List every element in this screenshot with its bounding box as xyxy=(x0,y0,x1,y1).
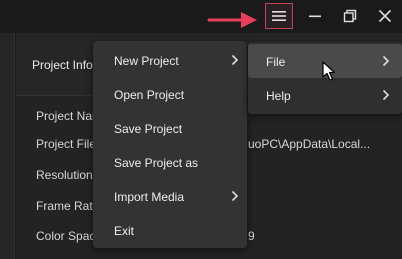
chevron-right-icon xyxy=(231,54,239,66)
chevron-right-icon xyxy=(382,55,390,67)
menu-item-label: New Project xyxy=(114,54,179,68)
minimize-icon xyxy=(309,15,321,18)
maximize-icon xyxy=(343,9,357,23)
menu-item-label: Import Media xyxy=(114,190,185,204)
minimize-button[interactable] xyxy=(302,4,328,28)
left-side-panel xyxy=(0,33,15,259)
app-window: Project Info Project Name Project File u… xyxy=(0,0,402,259)
mouse-cursor-icon xyxy=(322,61,336,81)
menu-item-open-project[interactable]: Open Project xyxy=(93,80,247,110)
panel-title: Project Info xyxy=(32,58,93,72)
maximize-button[interactable] xyxy=(337,4,363,28)
frame-rate-label: Frame Rate xyxy=(36,199,100,213)
project-file-label: Project File xyxy=(36,137,97,151)
menu-item-label: Save Project as xyxy=(114,156,199,170)
close-icon xyxy=(378,9,392,23)
main-dropdown-menu: New Project Open Project Save Project Sa… xyxy=(93,41,247,248)
menu-item-label: Open Project xyxy=(114,88,185,102)
annotation-arrow-icon xyxy=(207,12,257,28)
submenu-item-help[interactable]: Help xyxy=(248,78,402,112)
hamburger-menu-icon xyxy=(272,11,286,21)
hamburger-menu-button[interactable] xyxy=(265,3,293,29)
title-bar xyxy=(0,0,402,33)
submenu-item-label: File xyxy=(266,55,286,69)
project-file-value: uoPC\AppData\Local... xyxy=(248,137,371,151)
color-space-value: 9 xyxy=(248,229,255,243)
menu-item-save-project-as[interactable]: Save Project as xyxy=(93,148,247,178)
menu-item-import-media[interactable]: Import Media xyxy=(93,182,247,212)
close-button[interactable] xyxy=(372,4,398,28)
menu-item-save-project[interactable]: Save Project xyxy=(93,114,247,144)
submenu-item-label: Help xyxy=(266,89,291,103)
chevron-right-icon xyxy=(231,190,239,202)
chevron-right-icon xyxy=(382,89,390,101)
menu-item-label: Exit xyxy=(114,224,135,238)
resolution-label: Resolution xyxy=(36,168,93,182)
menu-item-exit[interactable]: Exit xyxy=(93,216,247,246)
menu-item-new-project[interactable]: New Project xyxy=(93,46,247,76)
menu-item-label: Save Project xyxy=(114,122,183,136)
